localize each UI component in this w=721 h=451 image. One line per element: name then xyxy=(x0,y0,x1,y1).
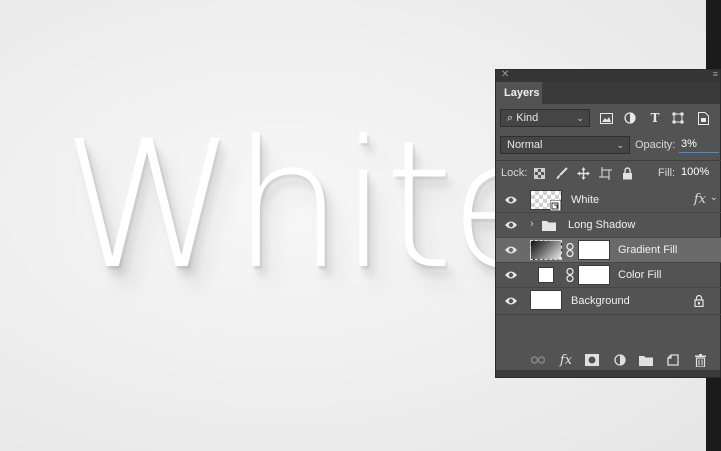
search-icon: ⌕ xyxy=(507,112,514,124)
opacity-input[interactable]: 3% xyxy=(679,136,719,153)
fill-label: Fill: xyxy=(658,167,676,179)
add-mask-icon[interactable] xyxy=(584,352,600,368)
type-layer-filter-icon[interactable]: T xyxy=(646,109,664,127)
panel-footer-edge xyxy=(496,370,720,377)
smart-object-filter-icon[interactable] xyxy=(694,109,712,127)
chevron-right-icon[interactable]: › xyxy=(530,218,534,230)
link-layers-icon[interactable] xyxy=(530,352,546,368)
layer-name[interactable]: Long Shadow xyxy=(568,219,635,231)
tab-layers[interactable]: Layers xyxy=(496,82,542,104)
lock-icon xyxy=(694,295,704,307)
pixel-layer-filter-icon[interactable] xyxy=(597,109,615,127)
gradient-thumbnail[interactable] xyxy=(530,240,562,260)
layer-row-long-shadow[interactable]: › Long Shadow xyxy=(496,213,721,238)
delete-layer-icon[interactable] xyxy=(692,352,708,368)
layer-name[interactable]: Color Fill xyxy=(618,269,661,281)
color-fill-swatch[interactable] xyxy=(538,267,554,283)
link-icon[interactable] xyxy=(566,268,574,282)
layer-name[interactable]: White xyxy=(571,194,599,206)
fx-icon[interactable]: fx xyxy=(694,192,706,207)
layer-row-white[interactable]: White fx ⌄ xyxy=(496,188,721,213)
adjustment-layer-filter-icon[interactable] xyxy=(621,109,639,127)
new-group-folder-icon[interactable] xyxy=(638,352,654,368)
new-layer-icon[interactable] xyxy=(665,352,681,368)
layers-list: White fx ⌄ › Long Shadow Gradient Fill C… xyxy=(496,188,721,318)
lock-all-icon[interactable] xyxy=(618,164,636,182)
chevron-down-icon[interactable]: ⌄ xyxy=(710,192,718,203)
chevron-down-icon: ⌄ xyxy=(576,113,584,123)
eye-icon[interactable] xyxy=(504,295,518,307)
shape-layer-filter-icon[interactable] xyxy=(669,109,687,127)
chevron-down-icon: ⌄ xyxy=(616,140,624,150)
eye-icon[interactable] xyxy=(504,244,518,256)
lock-fill-row: Lock: Fill: 100% xyxy=(496,164,721,184)
new-adjustment-layer-icon[interactable] xyxy=(612,352,628,368)
add-layer-style-button[interactable]: fx xyxy=(558,352,574,368)
layer-name[interactable]: Gradient Fill xyxy=(618,244,677,256)
lock-image-pixels-icon[interactable] xyxy=(552,164,570,182)
artboard-autonest-icon[interactable] xyxy=(596,164,614,182)
close-icon[interactable]: ✕ xyxy=(501,69,509,80)
divider xyxy=(496,160,721,161)
lock-label: Lock: xyxy=(501,167,528,179)
panel-titlebar[interactable]: ✕ ≡ xyxy=(496,69,720,82)
blend-mode-select[interactable]: Normal ⌄ xyxy=(500,136,630,154)
blend-opacity-row: Normal ⌄ Opacity: 3% xyxy=(496,136,721,156)
opacity-label: Opacity: xyxy=(635,139,676,151)
layer-row-background[interactable]: Background xyxy=(496,288,721,315)
lock-transparent-pixels-icon[interactable] xyxy=(530,164,548,182)
layer-mask-thumbnail[interactable] xyxy=(578,240,610,260)
layer-thumbnail[interactable] xyxy=(530,290,562,310)
canvas-text-white: White xyxy=(62,103,558,308)
lock-position-icon[interactable] xyxy=(574,164,592,182)
eye-icon[interactable] xyxy=(504,269,518,281)
layers-panel: ✕ ≡ Layers ⌕ Kind ⌄ T Normal ⌄ Opacity: xyxy=(495,69,721,378)
layer-row-color-fill[interactable]: Color Fill xyxy=(496,263,721,288)
fill-input[interactable]: 100% xyxy=(679,164,719,181)
layer-row-gradient-fill[interactable]: Gradient Fill xyxy=(496,238,721,263)
filter-row: ⌕ Kind ⌄ T xyxy=(496,109,721,131)
panel-menu-icon[interactable]: ≡ xyxy=(713,69,718,79)
eye-icon[interactable] xyxy=(504,194,518,206)
eye-icon[interactable] xyxy=(504,219,518,231)
layer-mask-thumbnail[interactable] xyxy=(578,265,610,285)
folder-icon xyxy=(542,221,556,231)
blend-mode-value: Normal xyxy=(507,139,543,151)
layer-name[interactable]: Background xyxy=(571,295,630,307)
link-icon[interactable] xyxy=(566,243,574,257)
smart-object-badge-icon xyxy=(550,200,561,211)
filter-kind-select[interactable]: ⌕ Kind ⌄ xyxy=(500,109,590,127)
filter-kind-value: Kind xyxy=(516,112,539,124)
panel-tab-bar: Layers xyxy=(496,82,720,104)
